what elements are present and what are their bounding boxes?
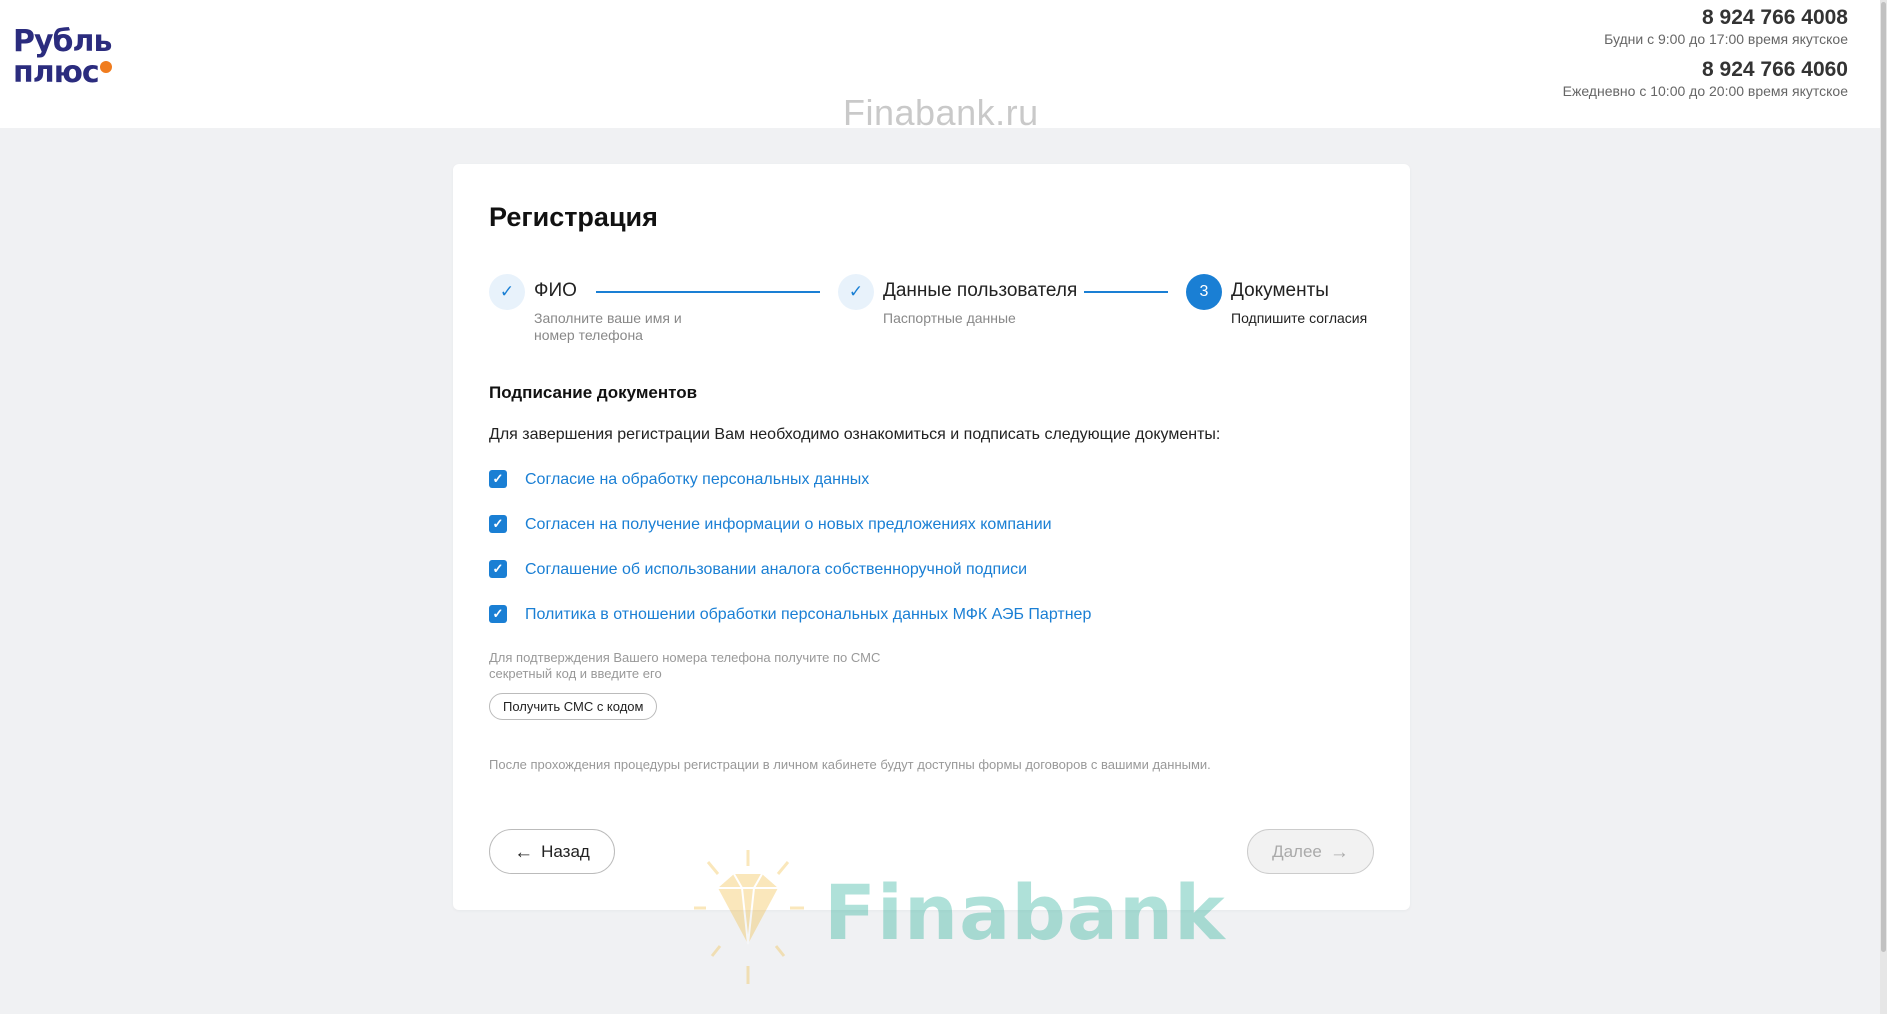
logo-line-2: плюс (13, 55, 100, 90)
get-sms-code-button[interactable]: Получить СМС с кодом (489, 693, 658, 720)
step-2-subtitle: Паспортные данные (883, 310, 1016, 326)
document-link[interactable]: Согласие на обработку персональных данны… (525, 471, 869, 489)
back-button-label: Назад (541, 841, 590, 861)
sms-hint-line-2: секретный код и введите его (489, 666, 662, 681)
document-link[interactable]: Политика в отношении обработки персональ… (525, 606, 1091, 624)
check-icon[interactable]: ✓ (489, 515, 507, 533)
sms-hint-line-1: Для подтверждения Вашего номера телефона… (489, 650, 881, 665)
check-icon[interactable]: ✓ (489, 470, 507, 488)
phone-number-2[interactable]: 8 924 766 4060 (1563, 58, 1848, 82)
phone-hours-2: Ежедневно с 10:00 до 20:00 время якутско… (1562, 83, 1848, 99)
check-icon[interactable]: ✓ (489, 605, 507, 623)
document-link[interactable]: Соглашение об использовании аналога собс… (525, 561, 1027, 579)
check-icon[interactable]: ✓ (489, 560, 507, 578)
documents-intro: Для завершения регистрации Вам необходим… (489, 426, 1221, 443)
step-3-number: 3 (1186, 274, 1222, 310)
watermark-top: Finabank.ru (843, 92, 1039, 133)
arrow-right-icon: → (1329, 841, 1349, 863)
page-title: Регистрация (489, 202, 658, 232)
phone-number-1[interactable]: 8 924 766 4008 (1563, 6, 1848, 30)
document-link[interactable]: Согласен на получение информации о новых… (525, 516, 1052, 534)
step-3-title: Документы (1231, 280, 1329, 301)
step-1-subtitle-line-1: Заполните ваше имя и (534, 310, 682, 326)
next-button-label: Далее (1272, 841, 1322, 861)
logo-dot-icon (99, 61, 112, 73)
step-1-check-icon: ✓ (489, 274, 525, 310)
step-3-subtitle: Подпишите согласия (1231, 310, 1368, 326)
after-registration-note: После прохождения процедуры регистрации … (489, 757, 1211, 772)
back-button[interactable]: ← Назад (489, 829, 615, 874)
registration-card: Регистрация ✓ ФИО Заполните ваше имя и н… (453, 164, 1410, 910)
phone-hours-1: Будни с 9:00 до 17:00 время якутское (1604, 31, 1848, 47)
contacts-block: 8 924 766 4008 Будни с 9:00 до 17:00 вре… (1563, 6, 1848, 110)
step-1-title: ФИО (534, 280, 577, 301)
step-connector-1 (596, 291, 820, 293)
sms-hint: Для подтверждения Вашего номера телефона… (489, 650, 909, 682)
next-button[interactable]: Далее → (1247, 829, 1374, 874)
arrow-left-icon: ← (514, 841, 534, 863)
scrollbar-thumb[interactable] (1881, 2, 1886, 952)
rubl-plus-logo[interactable]: Рубль плюс (13, 26, 112, 88)
section-title: Подписание документов (489, 383, 698, 402)
logo-line-1: Рубль (13, 24, 112, 59)
step-2-title: Данные пользователя (883, 280, 1078, 301)
step-1-subtitle-line-2: номер телефона (534, 327, 643, 343)
step-connector-2 (1084, 291, 1168, 293)
step-2-check-icon: ✓ (838, 274, 874, 310)
